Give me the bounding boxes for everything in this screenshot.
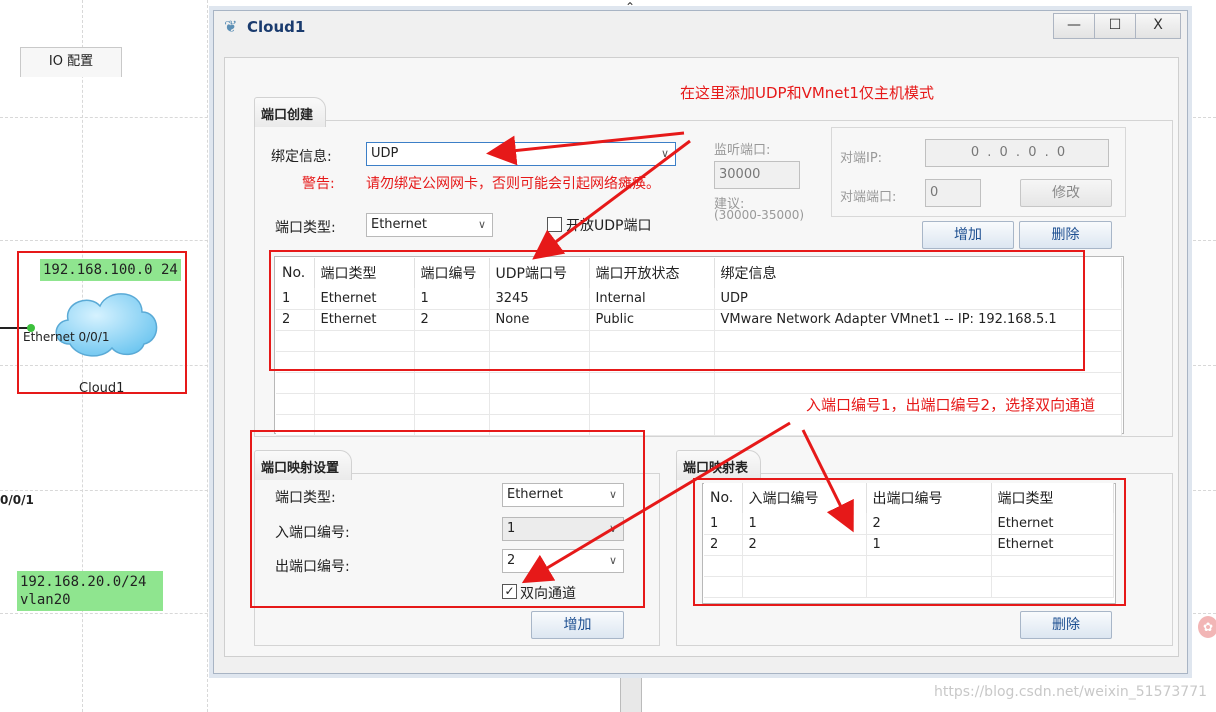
delete-port-button[interactable]: 删除 bbox=[1019, 221, 1112, 249]
bind-info-select[interactable]: UDP ∨ bbox=[366, 142, 676, 166]
canvas-scrollbar[interactable] bbox=[620, 674, 642, 712]
peer-ip-label: 对端IP: bbox=[840, 151, 883, 166]
minimize-button[interactable]: — bbox=[1053, 13, 1095, 39]
peer-ip-input[interactable]: 0 . 0 . 0 . 0 bbox=[925, 139, 1109, 167]
chevron-down-icon: ∨ bbox=[477, 218, 486, 231]
annotation-map-note: 入端口编号1，出端口编号2，选择双向通道 bbox=[806, 396, 1096, 414]
open-udp-label: 开放UDP端口 bbox=[566, 218, 652, 234]
port-type-value: Ethernet bbox=[371, 217, 427, 232]
side-widget-icon[interactable]: ✿ bbox=[1198, 616, 1216, 638]
warning-label: 警告: bbox=[302, 176, 335, 192]
peer-port-label: 对端端口: bbox=[840, 190, 897, 205]
annotation-box-map-settings bbox=[250, 430, 645, 608]
listen-port-label: 监听端口: bbox=[714, 143, 771, 158]
annotation-box-port-table bbox=[269, 250, 1085, 371]
port-type-label: 端口类型: bbox=[275, 220, 336, 236]
grid-line bbox=[207, 0, 208, 712]
peer-port-input[interactable]: 0 bbox=[925, 179, 981, 207]
annotation-top-note: 在这里添加UDP和VMnet1仅主机模式 bbox=[680, 84, 934, 102]
listen-port-input[interactable]: 30000 bbox=[714, 161, 800, 189]
network-label-line1: 192.168.20.0/24 bbox=[20, 574, 147, 590]
network-label-20[interactable]: 192.168.20.0/24 vlan20 bbox=[17, 571, 163, 611]
tab-io-config[interactable]: IO 配置 bbox=[20, 47, 122, 77]
port-map-table-title: 端口映射表 bbox=[676, 450, 762, 480]
table-row-empty bbox=[276, 372, 1122, 394]
network-label-line2: vlan20 bbox=[20, 592, 71, 608]
maximize-button[interactable]: ☐ bbox=[1094, 13, 1136, 39]
modify-button[interactable]: 修改 bbox=[1020, 179, 1112, 207]
open-udp-checkbox[interactable] bbox=[547, 217, 562, 232]
annotation-box-map-table bbox=[693, 478, 1126, 606]
add-port-button[interactable]: 增加 bbox=[922, 221, 1014, 249]
watermark: https://blog.csdn.net/weixin_51573771 bbox=[934, 684, 1208, 700]
add-mapping-button[interactable]: 增加 bbox=[531, 611, 624, 639]
warning-text: 请勿绑定公网网卡，否则可能会引起网络瘫痪。 bbox=[366, 176, 660, 192]
port-type-select[interactable]: Ethernet ∨ bbox=[366, 213, 493, 237]
bind-info-value: UDP bbox=[371, 146, 399, 161]
partial-port-label: 0/0/1 bbox=[0, 493, 34, 507]
close-button[interactable]: X bbox=[1135, 13, 1181, 39]
chevron-down-icon: ∨ bbox=[660, 147, 669, 160]
port-create-title: 端口创建 bbox=[254, 97, 327, 127]
window-title: Cloud1 bbox=[247, 18, 306, 36]
delete-mapping-button[interactable]: 删除 bbox=[1020, 611, 1112, 639]
suggest-range: (30000-35000) bbox=[714, 208, 805, 222]
cloud-app-icon: ❦ bbox=[224, 17, 238, 36]
annotation-box-cloud bbox=[17, 251, 187, 394]
title-bar[interactable]: ❦ Cloud1 — ☐ X bbox=[214, 11, 1187, 45]
bind-info-label: 绑定信息: bbox=[271, 149, 332, 165]
